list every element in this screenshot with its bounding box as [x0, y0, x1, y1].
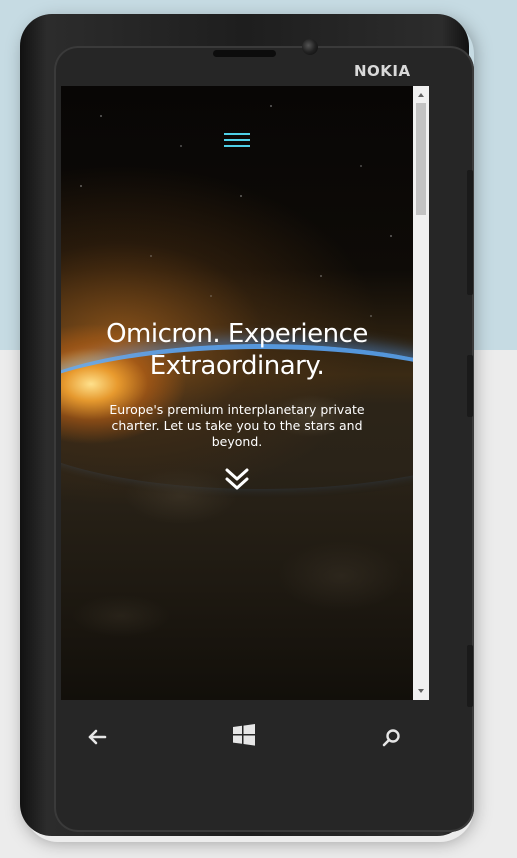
vertical-scrollbar[interactable]	[413, 86, 429, 700]
scroll-down-arrow-icon[interactable]	[413, 684, 429, 696]
phone-screen: Omicron. Experience Extraordinary. Europ…	[61, 86, 429, 700]
volume-button[interactable]	[467, 170, 473, 295]
hero-title: Omicron. Experience Extraordinary.	[106, 319, 368, 381]
hero-subtitle: Europe's premium interplanetary private …	[109, 402, 365, 449]
windows-logo-icon[interactable]	[231, 722, 257, 748]
starfield	[61, 86, 413, 346]
brand-logo: NOKIA	[354, 62, 411, 80]
power-button[interactable]	[467, 355, 473, 417]
double-chevron-down-icon[interactable]	[224, 466, 250, 492]
scrollbar-thumb[interactable]	[416, 103, 426, 215]
earpiece-speaker	[213, 50, 276, 57]
front-camera	[302, 39, 318, 55]
hamburger-menu-icon[interactable]	[224, 132, 250, 148]
scroll-up-arrow-icon[interactable]	[413, 88, 429, 100]
back-arrow-icon[interactable]	[86, 726, 110, 748]
hero-section: Omicron. Experience Extraordinary. Europ…	[61, 86, 413, 700]
camera-button[interactable]	[467, 645, 473, 707]
search-icon[interactable]	[381, 728, 403, 748]
